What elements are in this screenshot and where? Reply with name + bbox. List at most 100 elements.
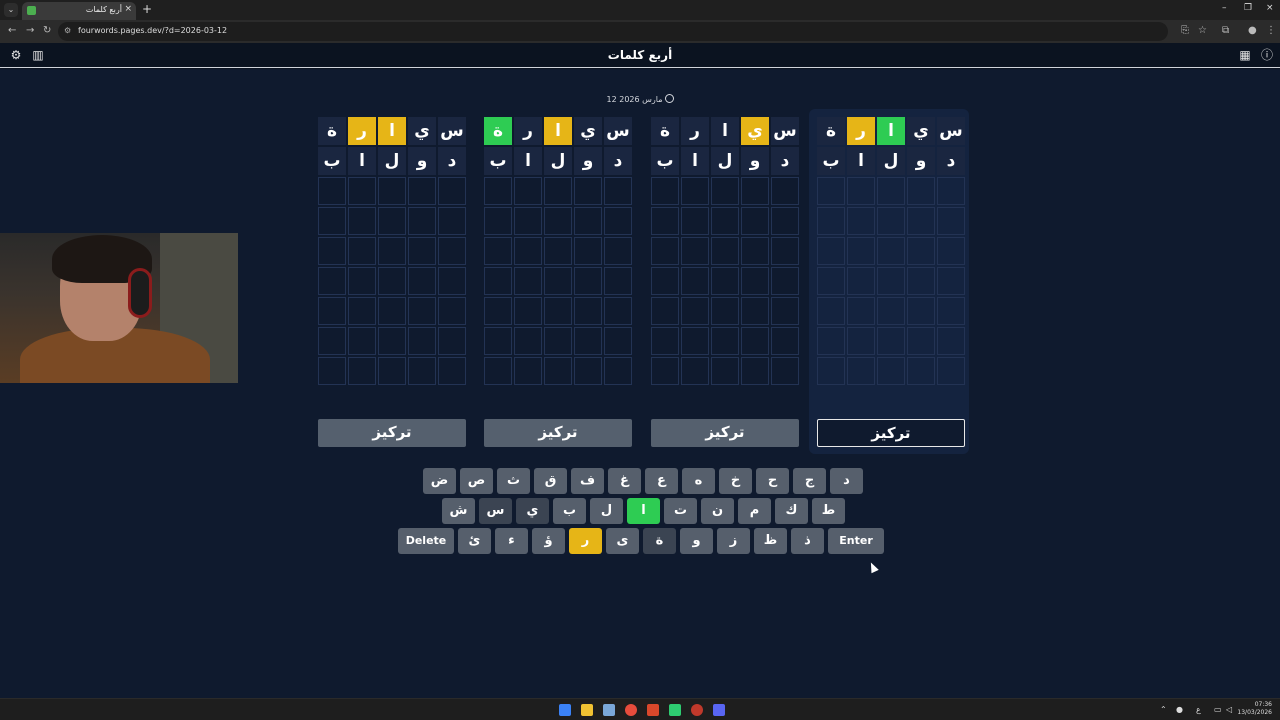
new-tab-button[interactable]: +: [142, 2, 152, 16]
keyboard-key[interactable]: ج: [793, 468, 826, 494]
tile: [771, 357, 799, 385]
enter-key[interactable]: Enter: [828, 528, 884, 554]
bookmark-star-icon[interactable]: ☆: [1198, 25, 1207, 36]
keyboard-key[interactable]: ي: [516, 498, 549, 524]
keyboard-key[interactable]: ة: [643, 528, 676, 554]
keyboard-key[interactable]: ح: [756, 468, 789, 494]
keyboard-key[interactable]: ط: [812, 498, 845, 524]
tile: [877, 357, 905, 385]
clock-tray[interactable]: 07:36 13/03/2026: [1237, 701, 1272, 717]
tile: [877, 297, 905, 325]
tile: [681, 327, 709, 355]
tile: د: [438, 147, 466, 175]
board-row: [817, 237, 967, 265]
tile: [817, 177, 845, 205]
tile: [817, 357, 845, 385]
tab-close-icon[interactable]: ×: [124, 4, 132, 14]
profile-icon[interactable]: ●: [1248, 25, 1257, 36]
tray-arrow-icon[interactable]: ⌃: [1160, 705, 1167, 714]
back-icon[interactable]: ←: [8, 25, 16, 36]
tile: ا: [877, 117, 905, 145]
capture-icon[interactable]: [691, 704, 703, 716]
close-window-button[interactable]: ×: [1266, 3, 1274, 13]
keyboard-key[interactable]: خ: [719, 468, 752, 494]
game-area: 12 مارس 2026 س ي ا ر ة د و ل ا ب تركيز س ي ا ر ة د و ل ا ب تر…: [0, 69, 1280, 698]
tile: [348, 357, 376, 385]
keyboard-key[interactable]: ى: [606, 528, 639, 554]
site-info-icon[interactable]: ⚙: [64, 26, 71, 35]
keyboard-key[interactable]: ث: [497, 468, 530, 494]
keyboard-key[interactable]: ش: [442, 498, 475, 524]
keyboard-key[interactable]: ا: [627, 498, 660, 524]
keyboard-key[interactable]: س: [479, 498, 512, 524]
tile: [604, 327, 632, 355]
delete-key[interactable]: Delete: [398, 528, 454, 554]
keyboard-key[interactable]: ذ: [791, 528, 824, 554]
keyboard-key[interactable]: ر: [569, 528, 602, 554]
focus-button[interactable]: تركيز: [484, 419, 632, 447]
keyboard-key[interactable]: ز: [717, 528, 750, 554]
tile: [484, 297, 512, 325]
brave-icon[interactable]: [647, 704, 659, 716]
reload-icon[interactable]: ↻: [43, 25, 51, 36]
keyboard-key[interactable]: ص: [460, 468, 493, 494]
discord-icon[interactable]: [713, 704, 725, 716]
keyboard-key[interactable]: ه: [682, 468, 715, 494]
keyboard-key[interactable]: م: [738, 498, 771, 524]
network-icon[interactable]: ▭: [1214, 705, 1222, 714]
keyboard-key[interactable]: ف: [571, 468, 604, 494]
keyboard-key[interactable]: ق: [534, 468, 567, 494]
tab-search-icon[interactable]: ⌄: [4, 3, 18, 17]
board-row: [318, 297, 468, 325]
extensions-icon[interactable]: ⧉: [1222, 25, 1229, 36]
tile: [711, 357, 739, 385]
forward-icon[interactable]: →: [26, 25, 34, 36]
browser-menu-icon[interactable]: ⋮: [1266, 25, 1276, 36]
keyboard-key[interactable]: ء: [495, 528, 528, 554]
focus-button[interactable]: تركيز: [651, 419, 799, 447]
chrome-icon[interactable]: [625, 704, 637, 716]
board-row: دولاب: [817, 147, 967, 175]
keyboard-key[interactable]: ن: [701, 498, 734, 524]
install-app-icon[interactable]: ⎘: [1181, 25, 1189, 36]
keyboard-key[interactable]: ؤ: [532, 528, 565, 554]
focus-button[interactable]: تركيز: [318, 419, 466, 447]
keyboard-key[interactable]: ت: [664, 498, 697, 524]
tile: [847, 297, 875, 325]
start-menu-icon[interactable]: [559, 704, 571, 716]
file-explorer-icon[interactable]: [581, 704, 593, 716]
address-bar[interactable]: ⚙ fourwords.pages.dev/?d=2026-03-12: [58, 22, 1168, 41]
focus-button[interactable]: تركيز: [817, 419, 965, 447]
tile: ة: [318, 117, 346, 145]
mic-icon[interactable]: ●: [1176, 705, 1183, 714]
keyboard-key[interactable]: ض: [423, 468, 456, 494]
info-icon[interactable]: ⓘ: [1261, 49, 1273, 61]
minimize-button[interactable]: –: [1222, 3, 1227, 13]
calendar-icon[interactable]: ▦: [1239, 49, 1251, 61]
app-icon[interactable]: [669, 704, 681, 716]
keyboard-key[interactable]: ل: [590, 498, 623, 524]
tile: [574, 297, 602, 325]
tile: [741, 207, 769, 235]
keyboard-key[interactable]: ظ: [754, 528, 787, 554]
board-row: [651, 237, 801, 265]
tile: [348, 267, 376, 295]
tile: ر: [348, 117, 376, 145]
browser-tab[interactable]: أربع كلمات ×: [22, 2, 136, 20]
keyboard-key[interactable]: ع: [645, 468, 678, 494]
tile: [378, 327, 406, 355]
keyboard-key[interactable]: د: [830, 468, 863, 494]
volume-icon[interactable]: ◁: [1226, 705, 1232, 714]
tile: [877, 327, 905, 355]
board-row: [318, 237, 468, 265]
keyboard-key[interactable]: ئ: [458, 528, 491, 554]
keyboard-key[interactable]: غ: [608, 468, 641, 494]
keyboard-key[interactable]: ك: [775, 498, 808, 524]
keyboard-key[interactable]: و: [680, 528, 713, 554]
tile: [907, 267, 935, 295]
store-icon[interactable]: [603, 704, 615, 716]
tile: [438, 357, 466, 385]
keyboard-key[interactable]: ب: [553, 498, 586, 524]
language-indicator[interactable]: ع: [1196, 705, 1201, 714]
restore-button[interactable]: ❐: [1244, 3, 1252, 13]
